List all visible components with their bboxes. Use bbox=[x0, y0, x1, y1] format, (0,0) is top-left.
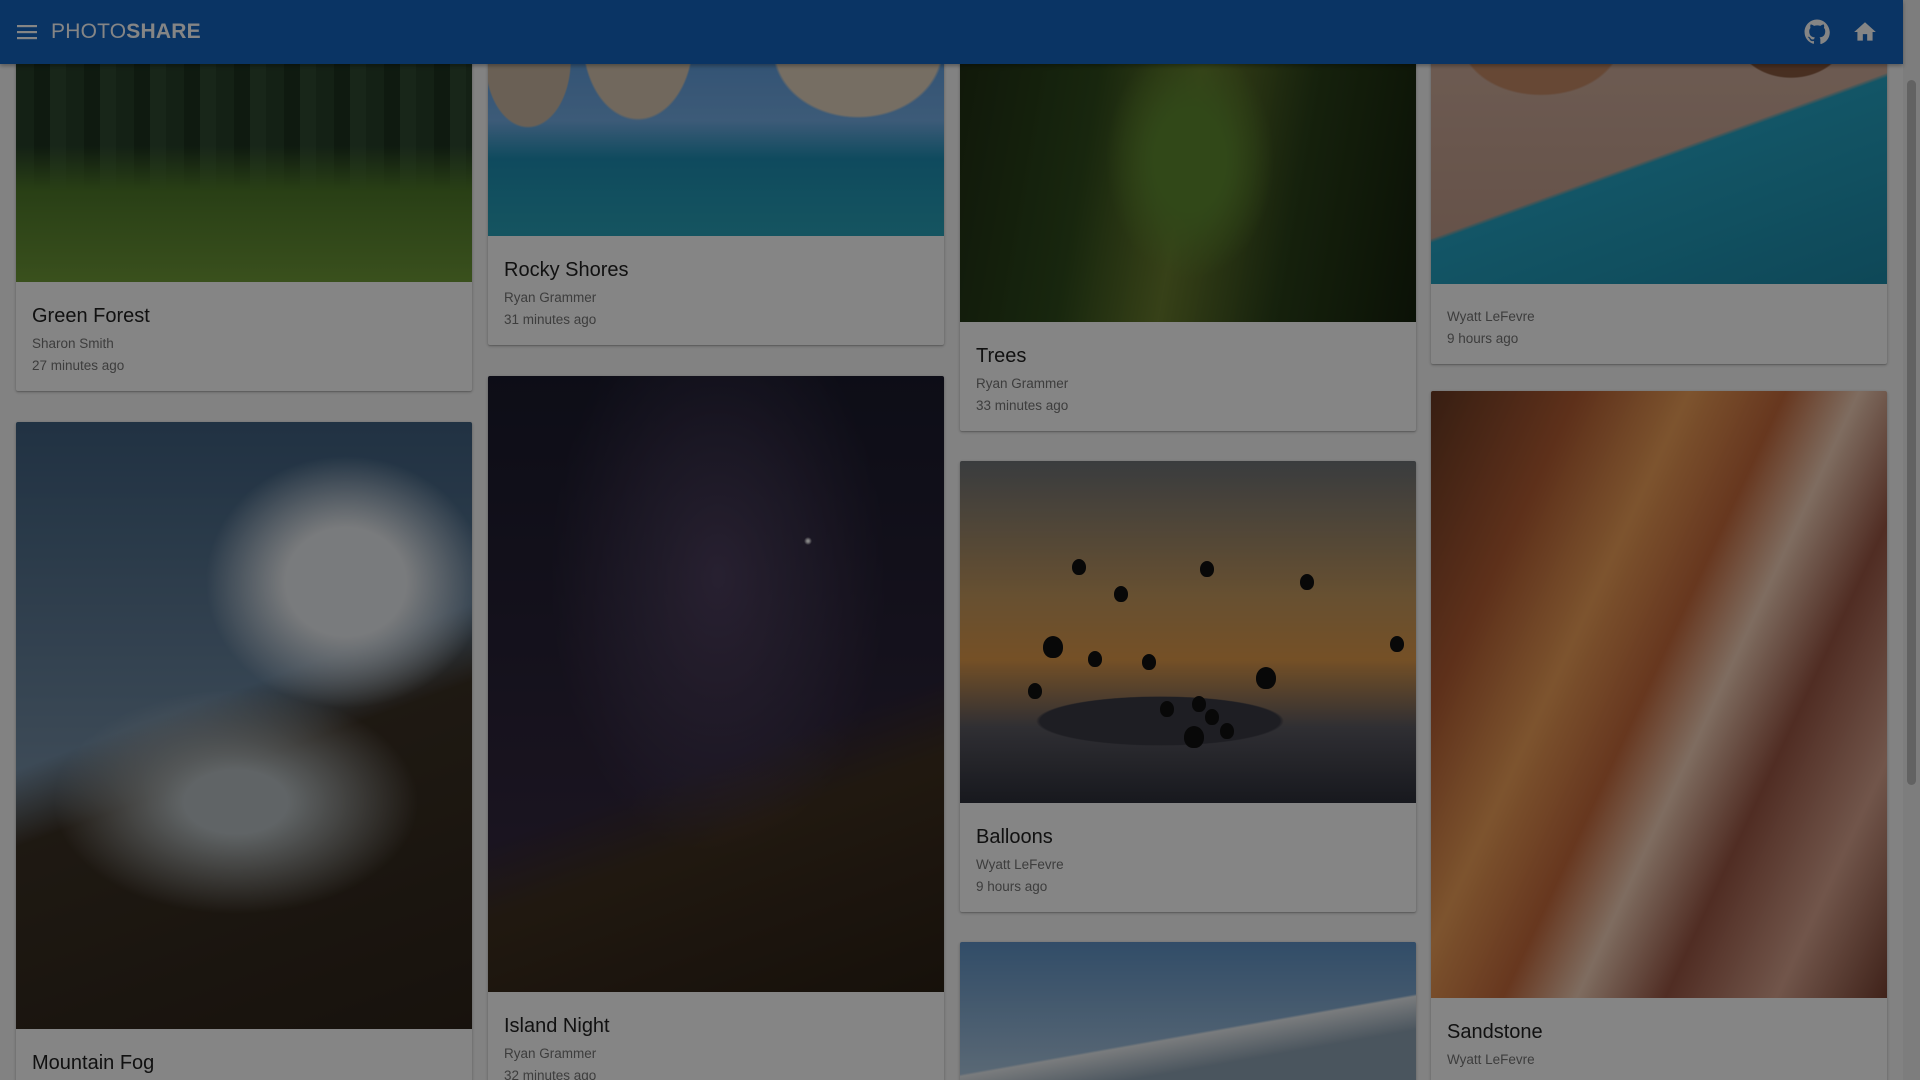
balloon-shape bbox=[1220, 723, 1234, 739]
photo-card[interactable]: Trees Ryan Grammer 33 minutes ago bbox=[960, 0, 1416, 431]
photo-time: 9 hours ago bbox=[1447, 331, 1519, 346]
photo-author: Ryan Grammer bbox=[504, 290, 597, 305]
balloon-shape bbox=[1028, 683, 1042, 699]
photo-time: 9 hours ago bbox=[976, 879, 1048, 894]
menu-icon[interactable] bbox=[17, 21, 39, 43]
photo-author: Ryan Grammer bbox=[976, 376, 1069, 391]
balloon-shape bbox=[1184, 726, 1204, 748]
photo-time: 32 minutes ago bbox=[504, 1068, 597, 1080]
photo-title: Island Night bbox=[504, 1015, 610, 1037]
photo-image[interactable] bbox=[16, 422, 472, 1029]
photo-card[interactable] bbox=[960, 942, 1416, 1080]
page-scrollbar[interactable] bbox=[1903, 0, 1920, 1080]
balloon-shape bbox=[1043, 636, 1063, 658]
balloon-shape bbox=[1088, 651, 1102, 667]
balloon-shape bbox=[1256, 667, 1276, 689]
photo-author: Ryan Grammer bbox=[504, 1046, 597, 1061]
balloon-shape bbox=[1142, 654, 1156, 670]
photo-card[interactable]: Island Night Ryan Grammer 32 minutes ago bbox=[488, 376, 944, 1080]
balloon-shape bbox=[1390, 636, 1404, 652]
photo-title: Mountain Fog bbox=[32, 1052, 155, 1074]
photo-title: Green Forest bbox=[32, 305, 150, 327]
home-icon[interactable] bbox=[1851, 18, 1879, 46]
github-icon[interactable] bbox=[1803, 18, 1831, 46]
balloon-shape bbox=[1160, 701, 1174, 717]
photo-time: 31 minutes ago bbox=[504, 312, 597, 327]
photo-author: Wyatt LeFevre bbox=[1447, 309, 1535, 324]
balloon-shape bbox=[1205, 709, 1219, 725]
photo-image[interactable] bbox=[960, 461, 1416, 803]
balloon-shape bbox=[1300, 574, 1314, 590]
photo-title: Sandstone bbox=[1447, 1021, 1543, 1043]
balloon-shape bbox=[1200, 561, 1214, 577]
app-bar: PHOTO SHARE bbox=[0, 0, 1903, 64]
scrollbar-thumb[interactable] bbox=[1907, 80, 1916, 785]
brand-bold: SHARE bbox=[126, 20, 201, 43]
photo-title: Trees bbox=[976, 345, 1027, 367]
photo-grid: Green Forest Sharon Smith 27 minutes ago… bbox=[0, 0, 1903, 1080]
photo-card[interactable]: Balloons Wyatt LeFevre 9 hours ago bbox=[960, 461, 1416, 912]
photo-image[interactable] bbox=[960, 942, 1416, 1080]
brand-light: PHOTO bbox=[51, 20, 127, 43]
photo-image[interactable] bbox=[488, 376, 944, 992]
photo-card[interactable]: Sandstone Wyatt LeFevre bbox=[1431, 391, 1887, 1080]
balloon-shape bbox=[1072, 559, 1086, 575]
photo-card[interactable]: Mountain Fog bbox=[16, 422, 472, 1080]
photo-title: Rocky Shores bbox=[504, 259, 629, 281]
app-brand[interactable]: PHOTO SHARE bbox=[51, 20, 201, 44]
photo-author: Wyatt LeFevre bbox=[976, 857, 1064, 872]
app-bar-actions bbox=[1803, 18, 1879, 46]
balloon-shape bbox=[1114, 586, 1128, 602]
photo-title: Balloons bbox=[976, 826, 1053, 848]
photo-author: Wyatt LeFevre bbox=[1447, 1052, 1535, 1067]
photo-author: Sharon Smith bbox=[32, 336, 114, 351]
balloon-shape bbox=[1192, 696, 1206, 712]
photo-image[interactable] bbox=[1431, 391, 1887, 998]
photo-time: 27 minutes ago bbox=[32, 358, 125, 373]
photo-time: 33 minutes ago bbox=[976, 398, 1069, 413]
